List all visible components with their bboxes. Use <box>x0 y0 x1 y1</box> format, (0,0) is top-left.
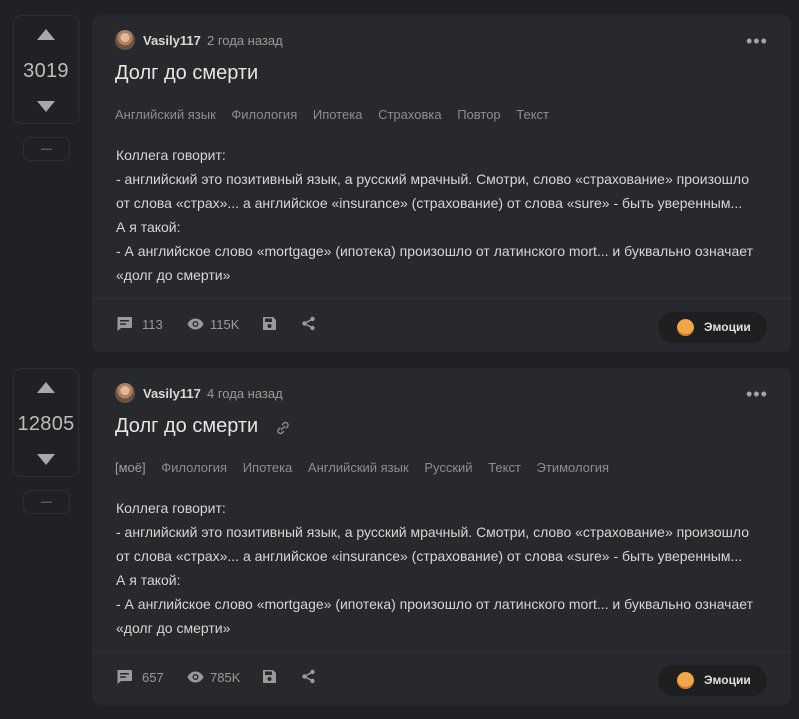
arrow-up-icon[interactable] <box>37 29 55 40</box>
divider <box>92 651 791 652</box>
arrow-down-icon[interactable] <box>37 101 55 112</box>
link-icon[interactable] <box>275 420 291 436</box>
tag[interactable]: Текст <box>488 460 521 475</box>
rating-count: 3019 <box>23 60 69 82</box>
tag[interactable]: Английский язык <box>308 460 409 475</box>
divider <box>92 298 791 299</box>
views-count: 785K <box>210 670 241 685</box>
body-line: от слова «страх»... а английское «insura… <box>116 195 743 211</box>
share-icon[interactable] <box>301 316 316 331</box>
tag[interactable]: Этимология <box>537 460 609 475</box>
comments-count[interactable]: 113 <box>142 317 163 332</box>
minus-button[interactable]: — <box>23 137 70 161</box>
body-line: «долг до смерти» <box>116 620 231 636</box>
tag-mine[interactable]: [моё] <box>115 460 146 475</box>
more-icon[interactable]: ••• <box>746 31 768 52</box>
body-line: от слова «страх»... а английское «insura… <box>116 548 743 564</box>
body-line: - английский это позитивный язык, а русс… <box>116 524 749 540</box>
body-line: А я такой: <box>116 572 181 588</box>
tag[interactable]: Ипотека <box>313 107 363 122</box>
views-count: 115K <box>210 317 240 332</box>
post-title[interactable]: Долг до смерти <box>115 62 258 85</box>
save-icon[interactable] <box>262 316 277 331</box>
eye-icon <box>187 671 204 683</box>
body-line: - А английское слово «mortgage» (ипотека… <box>116 596 753 612</box>
comments-count[interactable]: 657 <box>142 670 164 685</box>
avatar[interactable] <box>115 383 135 403</box>
tag-list: [моё] Филология Ипотека Английский язык … <box>115 460 621 475</box>
post-body: Коллега говорит: - английский это позити… <box>116 496 776 640</box>
more-icon[interactable]: ••• <box>746 384 768 405</box>
comment-icon[interactable] <box>116 669 133 685</box>
body-line: Коллега говорит: <box>116 500 226 516</box>
tag-list: Английский язык Филология Ипотека Страхо… <box>115 107 561 122</box>
tag[interactable]: Английский язык <box>115 107 216 122</box>
post-time: 4 года назад <box>207 386 283 401</box>
tag[interactable]: Русский <box>424 460 472 475</box>
body-line: Коллега говорит: <box>116 147 226 163</box>
body-line: А я такой: <box>116 219 181 235</box>
post-0: 3019 — Vasily117 2 года назад ••• Долг д… <box>0 15 799 352</box>
emoji-icon <box>677 672 694 689</box>
post-1: 12805 — Vasily117 4 года назад ••• Долг … <box>0 368 799 705</box>
post-card: Vasily117 4 года назад ••• Долг до смерт… <box>92 368 791 705</box>
author-name[interactable]: Vasily117 <box>143 33 201 48</box>
post-card: Vasily117 2 года назад ••• Долг до смерт… <box>92 15 791 352</box>
post-time: 2 года назад <box>207 33 283 48</box>
author-name[interactable]: Vasily117 <box>143 386 201 401</box>
tag[interactable]: Ипотека <box>243 460 293 475</box>
save-icon[interactable] <box>262 669 277 684</box>
tag[interactable]: Филология <box>161 460 227 475</box>
minus-button[interactable]: — <box>23 490 70 514</box>
body-line: - А английское слово «mortgage» (ипотека… <box>116 243 753 259</box>
emotions-button[interactable]: Эмоции <box>658 665 767 696</box>
tag[interactable]: Филология <box>231 107 297 122</box>
rating-count: 12805 <box>17 413 75 435</box>
vote-box: 3019 <box>13 15 79 124</box>
eye-icon <box>187 318 204 330</box>
tag[interactable]: Текст <box>516 107 549 122</box>
emotions-label: Эмоции <box>704 320 751 334</box>
share-icon[interactable] <box>301 669 316 684</box>
post-title[interactable]: Долг до смерти <box>115 415 258 438</box>
arrow-down-icon[interactable] <box>37 454 55 465</box>
emotions-button[interactable]: Эмоции <box>658 312 767 343</box>
avatar[interactable] <box>115 30 135 50</box>
tag[interactable]: Повтор <box>457 107 500 122</box>
post-body: Коллега говорит: - английский это позити… <box>116 143 776 287</box>
tag[interactable]: Страховка <box>378 107 442 122</box>
comment-icon[interactable] <box>116 316 133 332</box>
body-line: «долг до смерти» <box>116 267 231 283</box>
body-line: - английский это позитивный язык, а русс… <box>116 171 749 187</box>
emotions-label: Эмоции <box>704 673 751 687</box>
arrow-up-icon[interactable] <box>37 382 55 393</box>
vote-box: 12805 <box>13 368 79 477</box>
emoji-icon <box>677 319 694 336</box>
